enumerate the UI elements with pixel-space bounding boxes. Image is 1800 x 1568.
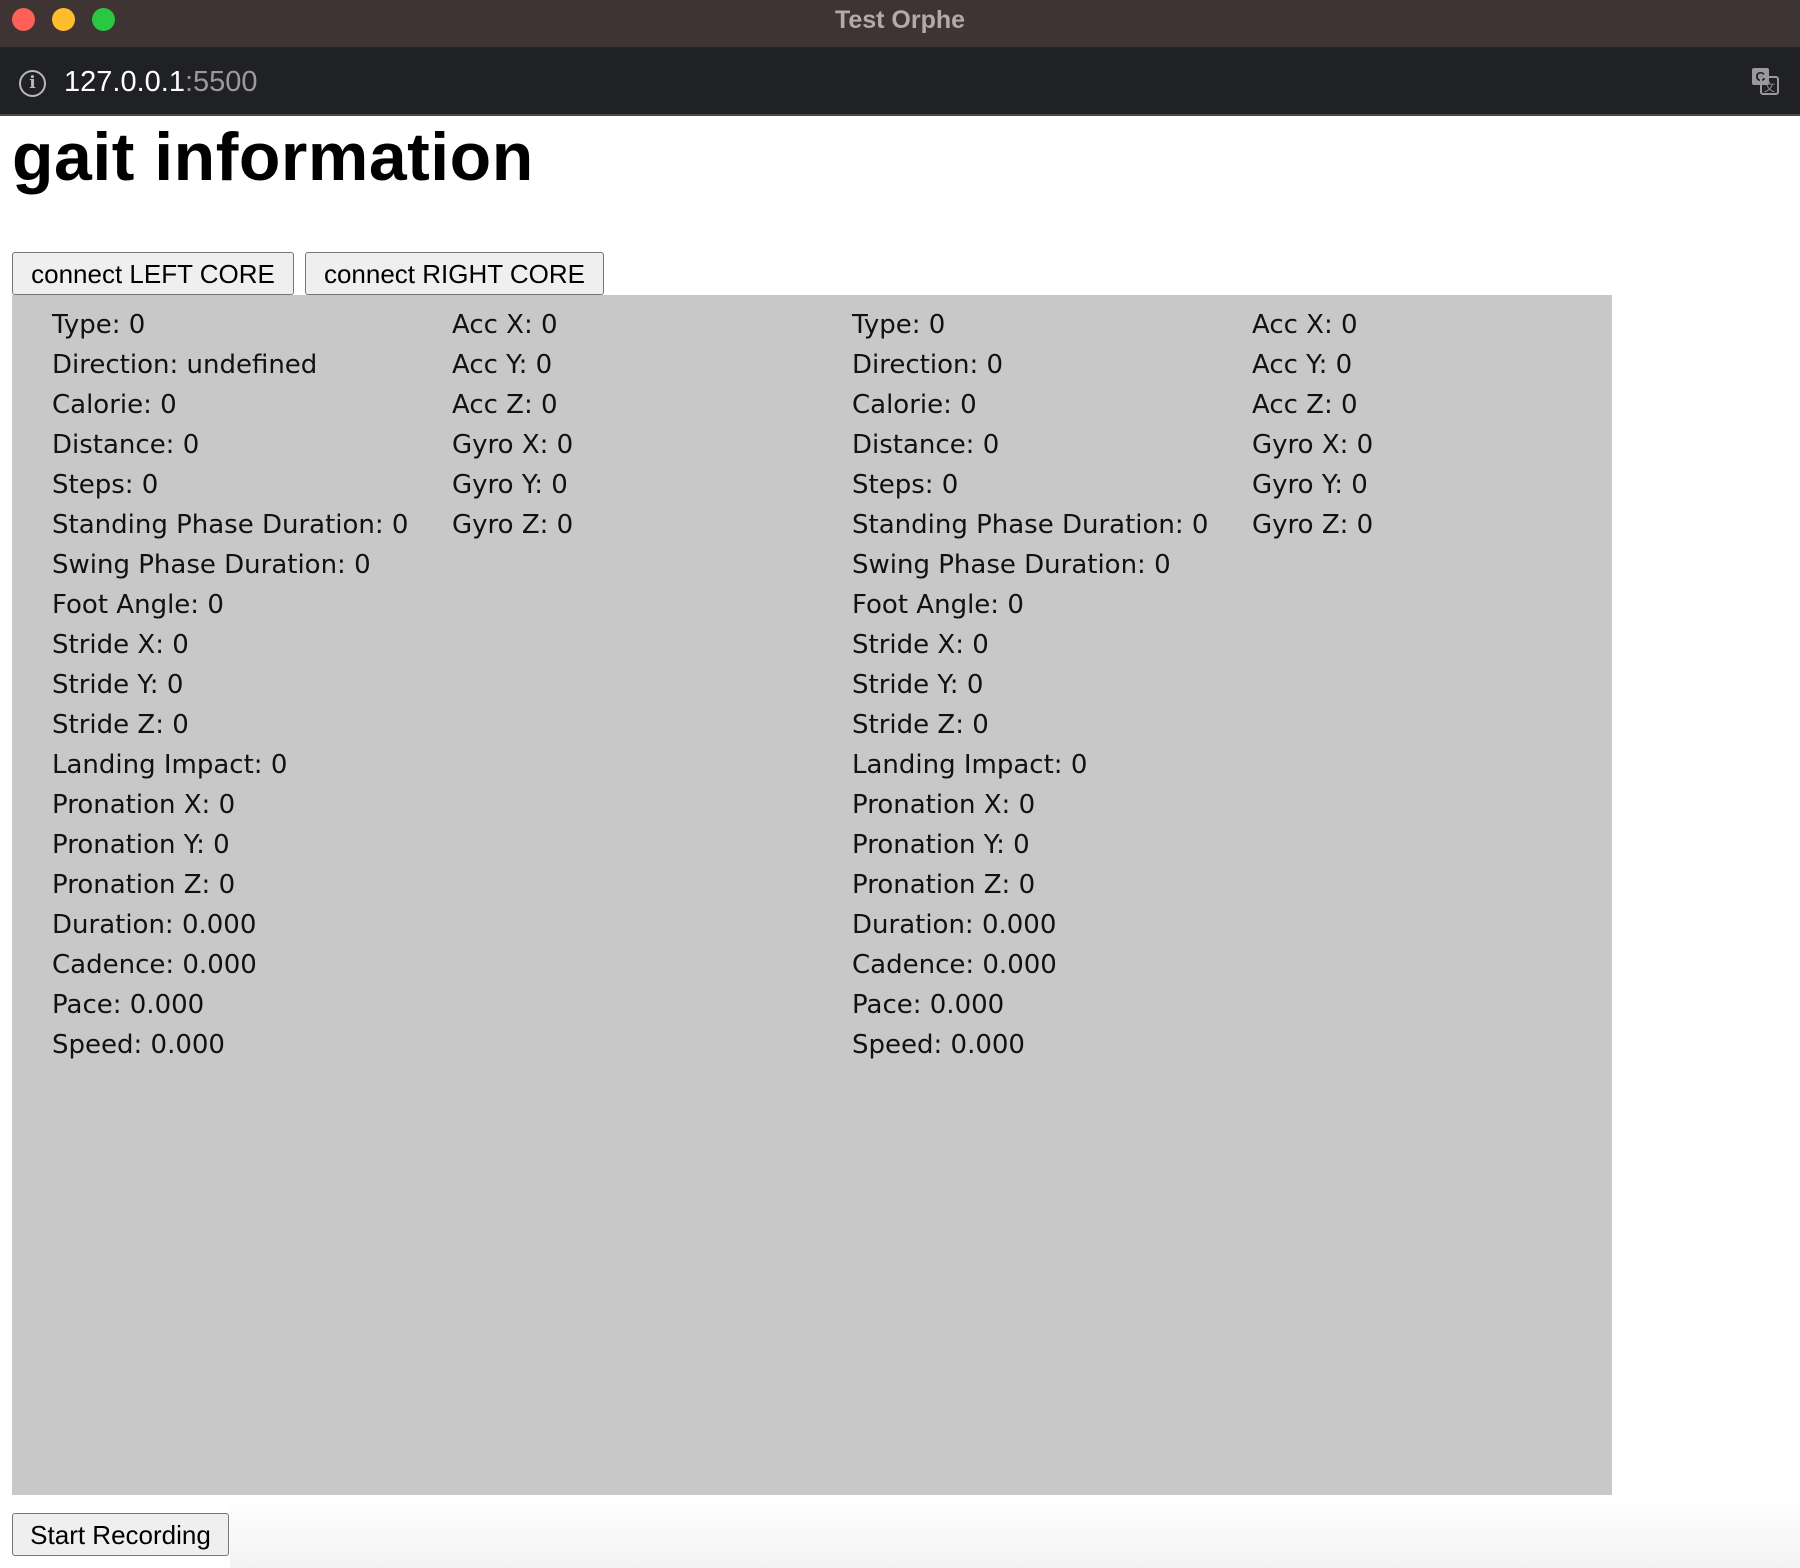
data-row: Swing Phase Duration: 0 xyxy=(52,550,371,580)
right-gait-column: Type: 0 Direction: 0 Calorie: 0 Distance: 0… xyxy=(852,305,1208,1065)
data-row: Pace: 0.000 xyxy=(52,990,205,1020)
data-row: Type: 0 xyxy=(852,310,946,340)
translate-icon[interactable]: G 文 xyxy=(1750,66,1780,96)
data-row: Steps: 0 xyxy=(52,470,159,500)
right-sensor-column: Acc X: 0 Acc Y: 0 Acc Z: 0 Gyro X: 0 Gyro Y:… xyxy=(1252,305,1373,545)
data-row: Gyro Y: 0 xyxy=(1252,470,1368,500)
connect-left-core-button[interactable]: connect LEFT CORE xyxy=(12,252,294,295)
data-row: Distance: 0 xyxy=(852,430,1000,460)
data-row: Stride Z: 0 xyxy=(52,710,189,740)
data-row: Direction: undefined xyxy=(52,350,318,380)
data-row: Gyro X: 0 xyxy=(1252,430,1374,460)
left-sensor-column: Acc X: 0 Acc Y: 0 Acc Z: 0 Gyro X: 0 Gyro Y:… xyxy=(452,305,573,545)
page-title: gait information xyxy=(12,119,534,195)
data-row: Stride Y: 0 xyxy=(852,670,984,700)
data-row: Duration: 0.000 xyxy=(852,910,1057,940)
data-row: Stride Y: 0 xyxy=(52,670,184,700)
data-row: Distance: 0 xyxy=(52,430,200,460)
info-icon[interactable]: i xyxy=(19,70,46,97)
data-row: Speed: 0.000 xyxy=(852,1030,1025,1060)
data-row: Standing Phase Duration: 0 xyxy=(852,510,1209,540)
left-gait-column: Type: 0 Direction: undefined Calorie: 0 Dis… xyxy=(52,305,408,1065)
data-row: Acc Y: 0 xyxy=(452,350,553,380)
data-row: Acc Z: 0 xyxy=(452,390,558,420)
data-row: Pronation Z: 0 xyxy=(52,870,236,900)
data-row: Calorie: 0 xyxy=(852,390,977,420)
data-row: Acc X: 0 xyxy=(1252,310,1358,340)
data-row: Pronation Y: 0 xyxy=(852,830,1030,860)
data-row: Pronation Z: 0 xyxy=(852,870,1036,900)
page-content: gait information connect LEFT CORE conne… xyxy=(0,118,1800,1568)
data-row: Pronation X: 0 xyxy=(52,790,236,820)
data-row: Gyro Z: 0 xyxy=(1252,510,1374,540)
data-row: Cadence: 0.000 xyxy=(852,950,1057,980)
data-row: Pronation X: 0 xyxy=(852,790,1036,820)
data-row: Gyro Z: 0 xyxy=(452,510,574,540)
svg-text:文: 文 xyxy=(1764,80,1775,94)
data-row: Speed: 0.000 xyxy=(52,1030,225,1060)
bottom-shadow xyxy=(230,1498,1800,1568)
data-row: Gyro Y: 0 xyxy=(452,470,568,500)
url-host: 127.0.0.1 xyxy=(64,66,185,98)
data-panel: Type: 0 Direction: undefined Calorie: 0 Dis… xyxy=(12,295,1612,1495)
data-row: Acc X: 0 xyxy=(452,310,558,340)
data-row: Acc Y: 0 xyxy=(1252,350,1353,380)
url-field[interactable]: 127.0.0.1:5500 xyxy=(64,66,258,99)
data-row: Type: 0 xyxy=(52,310,146,340)
data-row: Calorie: 0 xyxy=(52,390,177,420)
window-title: Test Orphe xyxy=(834,6,966,34)
data-row: Swing Phase Duration: 0 xyxy=(852,550,1171,580)
data-row: Stride Z: 0 xyxy=(852,710,989,740)
data-row: Landing Impact: 0 xyxy=(852,750,1088,780)
url-port: :5500 xyxy=(184,66,258,98)
start-recording-button[interactable]: Start Recording xyxy=(12,1513,229,1556)
data-row: Steps: 0 xyxy=(852,470,959,500)
data-row: Direction: 0 xyxy=(852,350,1004,380)
data-row: Pace: 0.000 xyxy=(852,990,1005,1020)
window-titlebar: Test Orphe xyxy=(0,0,1800,48)
data-row: Pronation Y: 0 xyxy=(52,830,230,860)
data-row: Stride X: 0 xyxy=(852,630,989,660)
data-row: Acc Z: 0 xyxy=(1252,390,1358,420)
data-row: Cadence: 0.000 xyxy=(52,950,257,980)
data-row: Foot Angle: 0 xyxy=(852,590,1024,620)
data-row: Duration: 0.000 xyxy=(52,910,257,940)
data-row: Gyro X: 0 xyxy=(452,430,574,460)
data-row: Standing Phase Duration: 0 xyxy=(52,510,409,540)
data-row: Landing Impact: 0 xyxy=(52,750,288,780)
data-row: Foot Angle: 0 xyxy=(52,590,224,620)
data-row: Stride X: 0 xyxy=(52,630,189,660)
connect-right-core-button[interactable]: connect RIGHT CORE xyxy=(305,252,604,295)
address-bar: i 127.0.0.1:5500 G 文 xyxy=(0,48,1800,116)
